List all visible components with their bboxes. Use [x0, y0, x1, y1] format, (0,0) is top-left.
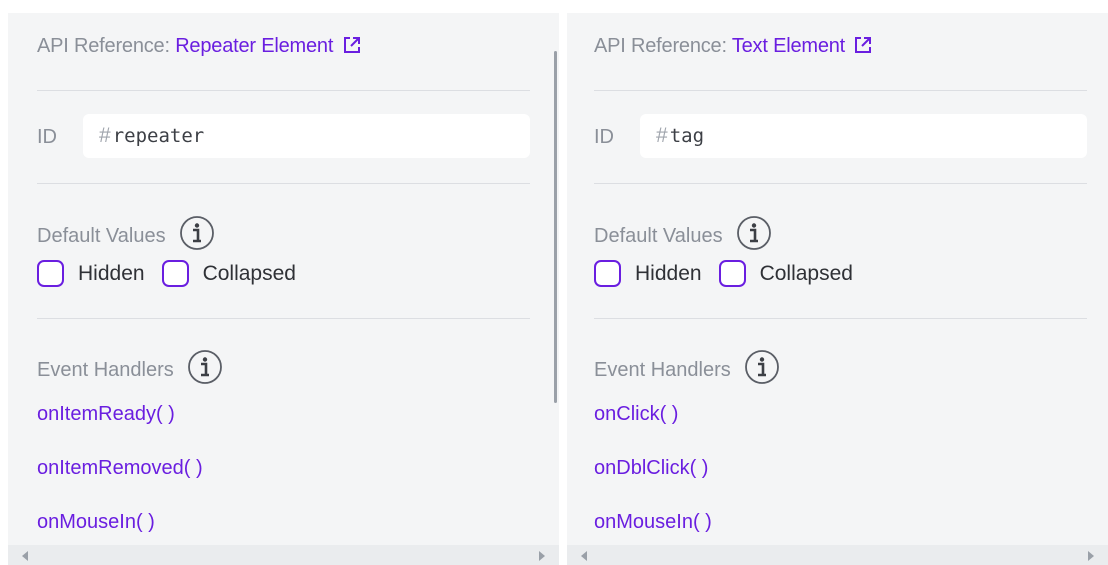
hidden-checkbox[interactable] — [37, 260, 64, 287]
horizontal-scrollbar[interactable] — [8, 545, 559, 565]
default-values-heading: Default Values — [594, 215, 772, 257]
divider — [594, 183, 1087, 184]
divider — [594, 318, 1087, 319]
scroll-right-arrow-icon[interactable] — [1088, 551, 1094, 561]
event-handlers-heading: Event Handlers — [37, 349, 223, 391]
collapsed-checkbox[interactable] — [161, 260, 189, 287]
event-handler-link[interactable]: onMouseIn( ) — [37, 511, 155, 534]
event-handler-link[interactable]: onMouseIn( ) — [594, 511, 712, 534]
default-values-checkboxes: Hidden Collapsed — [594, 260, 870, 287]
api-reference: API Reference: Repeater Element — [37, 35, 361, 60]
info-icon[interactable] — [187, 349, 223, 391]
id-label: ID — [37, 126, 57, 148]
hidden-checkbox-label: Hidden — [635, 261, 702, 285]
hidden-checkbox-item[interactable]: Hidden — [37, 260, 145, 287]
hidden-checkbox[interactable] — [594, 260, 621, 287]
collapsed-checkbox-item[interactable]: Collapsed — [161, 260, 296, 287]
api-reference-prefix: API Reference: — [594, 35, 732, 57]
id-value[interactable]: repeater — [113, 125, 205, 147]
collapsed-checkbox[interactable] — [718, 260, 746, 287]
info-icon[interactable] — [744, 349, 780, 391]
default-values-label: Default Values — [37, 225, 166, 247]
id-hash: # — [99, 124, 111, 147]
id-input[interactable]: # tag — [640, 114, 1087, 158]
external-link-icon[interactable] — [854, 36, 872, 60]
hidden-checkbox-label: Hidden — [78, 261, 145, 285]
scroll-left-arrow-icon[interactable] — [581, 551, 587, 561]
collapsed-checkbox-item[interactable]: Collapsed — [718, 260, 853, 287]
event-handler-link[interactable]: onDblClick( ) — [594, 457, 708, 480]
divider — [37, 183, 530, 184]
api-reference: API Reference: Text Element — [594, 35, 872, 60]
divider — [37, 90, 530, 91]
vertical-scrollbar[interactable] — [554, 51, 557, 403]
divider — [37, 318, 530, 319]
horizontal-scrollbar[interactable] — [567, 545, 1108, 565]
id-value[interactable]: tag — [670, 125, 704, 147]
info-icon[interactable] — [179, 215, 215, 257]
id-hash: # — [656, 124, 668, 147]
scroll-right-arrow-icon[interactable] — [539, 551, 545, 561]
event-handlers-label: Event Handlers — [37, 359, 174, 381]
default-values-heading: Default Values — [37, 215, 215, 257]
default-values-checkboxes: Hidden Collapsed — [37, 260, 313, 287]
collapsed-checkbox-label: Collapsed — [202, 261, 296, 285]
event-handlers-label: Event Handlers — [594, 359, 731, 381]
hidden-checkbox-item[interactable]: Hidden — [594, 260, 702, 287]
api-reference-prefix: API Reference: — [37, 35, 176, 57]
external-link-icon[interactable] — [343, 36, 361, 60]
event-handler-link[interactable]: onItemReady( ) — [37, 403, 175, 426]
event-handlers-heading: Event Handlers — [594, 349, 780, 391]
default-values-label: Default Values — [594, 225, 723, 247]
properties-panel-text: API Reference: Text Element ID # tag Def… — [567, 13, 1108, 565]
api-reference-link[interactable]: Repeater Element — [175, 35, 333, 57]
event-handler-link[interactable]: onItemRemoved( ) — [37, 457, 203, 480]
collapsed-checkbox-label: Collapsed — [759, 261, 853, 285]
event-handler-link[interactable]: onClick( ) — [594, 403, 678, 426]
api-reference-link[interactable]: Text Element — [732, 35, 845, 57]
divider — [594, 90, 1087, 91]
scroll-left-arrow-icon[interactable] — [22, 551, 28, 561]
id-label: ID — [594, 126, 614, 148]
info-icon[interactable] — [736, 215, 772, 257]
properties-panel-repeater: API Reference: Repeater Element ID # rep… — [8, 13, 559, 565]
id-input[interactable]: # repeater — [83, 114, 530, 158]
